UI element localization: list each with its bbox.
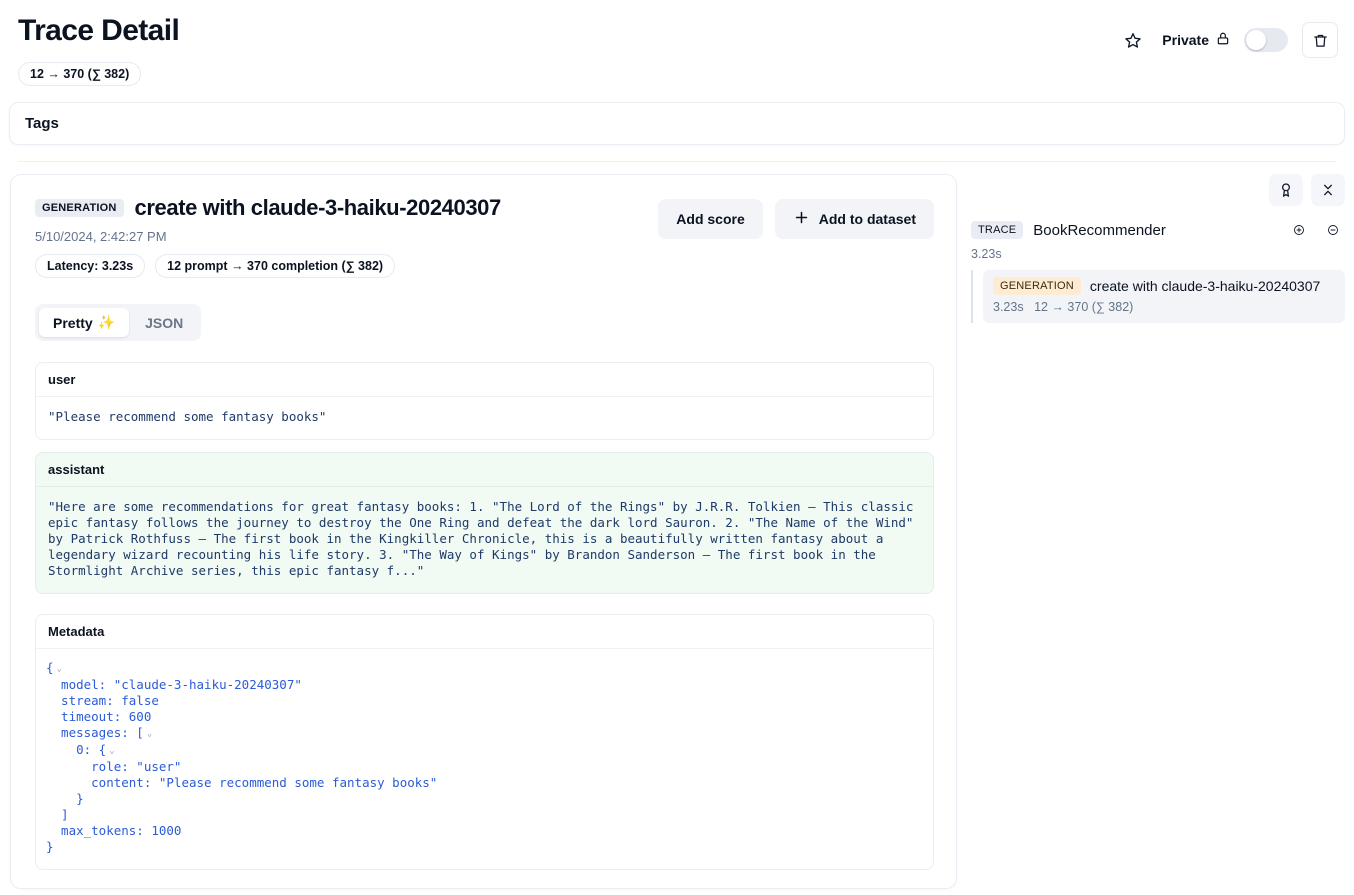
trace-tree: GENERATION create with claude-3-haiku-20…	[971, 270, 1345, 323]
tags-card[interactable]: Tags	[9, 102, 1345, 145]
star-icon[interactable]	[1118, 25, 1148, 55]
message-assistant: assistant "Here are some recommendations…	[35, 452, 934, 594]
observation-name: create with claude-3-haiku-20240307	[135, 195, 501, 221]
header-actions: Private	[1118, 12, 1338, 58]
add-score-button[interactable]: Add score	[658, 199, 762, 239]
tree-toolbar	[971, 174, 1345, 206]
observation-meta: GENERATION create with claude-3-haiku-20…	[35, 195, 501, 278]
json-line[interactable]: messages: [⌄	[46, 725, 921, 742]
message-user: user "Please recommend some fantasy book…	[35, 362, 934, 440]
json-line: timeout: 600	[46, 709, 921, 725]
metadata-title: Metadata	[36, 615, 933, 649]
tree-item-usage: 12 → 370 (∑ 382)	[1034, 300, 1133, 314]
add-to-dataset-button[interactable]: Add to dataset	[775, 199, 934, 239]
toggle-knob	[1246, 30, 1266, 50]
json-line: role: "user"	[46, 759, 921, 775]
visibility-label: Private	[1162, 31, 1230, 49]
message-content: "Please recommend some fantasy books"	[36, 397, 933, 439]
visibility-toggle[interactable]	[1244, 28, 1288, 52]
trace-header: TRACE BookRecommender	[971, 218, 1345, 242]
observation-header: GENERATION create with claude-3-haiku-20…	[35, 195, 934, 278]
metadata-card: Metadata {⌄ model: "claude-3-haiku-20240…	[35, 614, 934, 870]
observation-card: GENERATION create with claude-3-haiku-20…	[10, 174, 957, 889]
delete-button[interactable]	[1302, 22, 1338, 58]
tree-item-duration: 3.23s	[993, 300, 1024, 314]
json-line: stream: false	[46, 693, 921, 709]
json-line: }	[46, 839, 921, 855]
chevron-down-icon[interactable]: ⌄	[57, 664, 62, 674]
tokens-pill: 12 prompt → 370 completion (∑ 382)	[155, 254, 395, 278]
chevron-down-icon[interactable]: ⌄	[147, 729, 152, 739]
json-line[interactable]: 0: {⌄	[46, 742, 921, 759]
tab-pretty-label: Pretty	[53, 315, 93, 331]
trace-badge: TRACE	[971, 221, 1023, 239]
tab-json[interactable]: JSON	[131, 308, 197, 337]
json-line: max_tokens: 1000	[46, 823, 921, 839]
json-line-text: 0: {	[46, 742, 106, 757]
usage-pill: 12 → 370 (∑ 382)	[18, 62, 141, 86]
trace-tree-panel: TRACE BookRecommender 3.23s	[971, 174, 1351, 889]
json-line-text: messages: [	[46, 725, 144, 740]
page-title: Trace Detail	[18, 12, 179, 50]
trace-detail-page: Trace Detail Private	[0, 0, 1354, 895]
observation-actions: Add score Add to dataset	[658, 195, 934, 239]
json-line: }	[46, 791, 921, 807]
lock-icon	[1216, 31, 1230, 49]
tree-item-stats: 3.23s 12 → 370 (∑ 382)	[993, 300, 1335, 314]
json-line: model: "claude-3-haiku-20240307"	[46, 677, 921, 693]
collapse-vertical-icon[interactable]	[1311, 174, 1345, 206]
json-line: content: "Please recommend some fantasy …	[46, 775, 921, 791]
latency-pill: Latency: 3.23s	[35, 254, 145, 278]
tree-item-badge: GENERATION	[993, 277, 1081, 295]
sparkles-icon: ✨	[98, 314, 115, 331]
json-line-text: {	[46, 660, 54, 675]
observation-title-line: GENERATION create with claude-3-haiku-20…	[35, 195, 501, 221]
metadata-json-tree: {⌄ model: "claude-3-haiku-20240307" stre…	[36, 649, 933, 869]
message-content: "Here are some recommendations for great…	[36, 487, 933, 593]
observation-pills: Latency: 3.23s 12 prompt → 370 completio…	[35, 254, 501, 278]
tags-label: Tags	[25, 115, 59, 132]
tab-json-label: JSON	[145, 315, 183, 331]
visibility-text: Private	[1162, 32, 1209, 48]
tree-item-name: create with claude-3-haiku-20240307	[1090, 278, 1320, 294]
tree-item-generation[interactable]: GENERATION create with claude-3-haiku-20…	[983, 270, 1345, 323]
observation-type-badge: GENERATION	[35, 199, 124, 217]
trace-duration: 3.23s	[971, 247, 1345, 261]
usage-pill-row: 12 → 370 (∑ 382)	[0, 58, 1354, 86]
minus-circle-icon[interactable]	[1321, 218, 1345, 242]
tree-item-header: GENERATION create with claude-3-haiku-20…	[993, 277, 1335, 295]
add-score-label: Add score	[676, 211, 744, 227]
award-icon[interactable]	[1269, 174, 1303, 206]
json-line: ]	[46, 807, 921, 823]
message-role: assistant	[36, 453, 933, 487]
messages-list: user "Please recommend some fantasy book…	[35, 362, 934, 594]
add-to-dataset-label: Add to dataset	[819, 211, 916, 227]
plus-icon	[793, 209, 810, 229]
message-role: user	[36, 363, 933, 397]
plus-circle-icon[interactable]	[1287, 218, 1311, 242]
content-row: GENERATION create with claude-3-haiku-20…	[0, 162, 1354, 889]
chevron-down-icon[interactable]: ⌄	[109, 746, 114, 756]
observation-timestamp: 5/10/2024, 2:42:27 PM	[35, 229, 501, 244]
tab-pretty[interactable]: Pretty ✨	[39, 308, 129, 337]
json-line[interactable]: {⌄	[46, 660, 921, 677]
page-header: Trace Detail Private	[0, 0, 1354, 58]
view-mode-tabs: Pretty ✨ JSON	[35, 304, 201, 341]
trace-name[interactable]: BookRecommender	[1033, 222, 1277, 239]
